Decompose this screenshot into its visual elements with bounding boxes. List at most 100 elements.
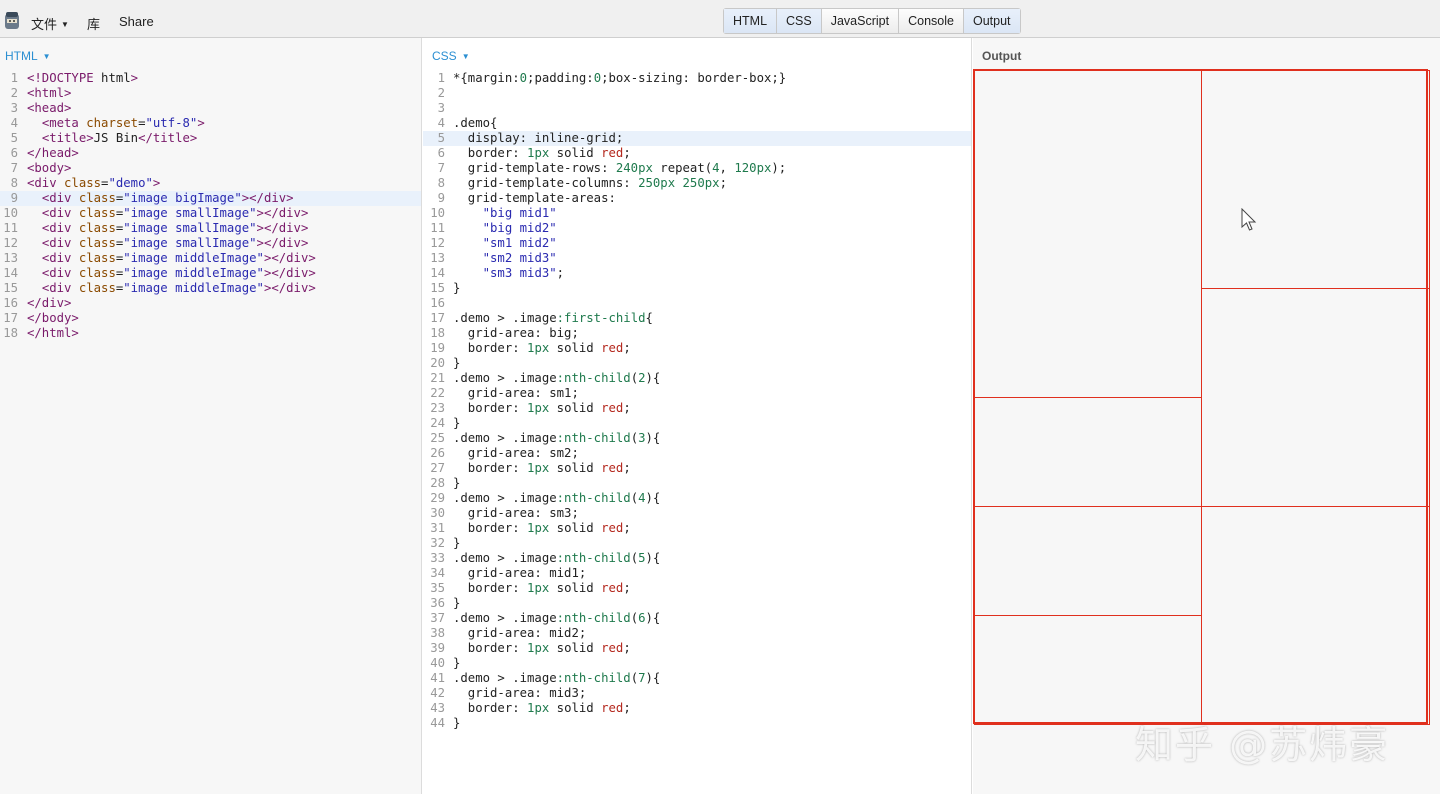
jsbin-logo-icon[interactable] <box>4 11 20 31</box>
code-text: border: 1px solid red; <box>453 521 631 535</box>
code-text: "sm2 mid3" <box>482 251 557 265</box>
code-line[interactable]: 20} <box>423 356 971 371</box>
tab-css[interactable]: CSS <box>777 9 822 33</box>
code-text: <head> <box>27 101 72 115</box>
tab-output[interactable]: Output <box>963 9 1020 33</box>
code-line[interactable]: 30 grid-area: sm3; <box>423 506 971 521</box>
line-number: 18 <box>3 326 18 340</box>
code-line[interactable]: 37 .demo > .image:nth-child(6){ <box>423 611 971 626</box>
line-number: 17 <box>3 311 18 325</box>
line-number: 20 <box>430 356 445 370</box>
css-code-editor[interactable]: 1 *{margin:0;padding:0;box-sizing: border… <box>423 71 971 731</box>
code-line[interactable]: 24} <box>423 416 971 431</box>
code-line[interactable]: 18 </html> <box>0 326 421 341</box>
output-demo-grid <box>973 69 1430 725</box>
code-line[interactable]: 2 <html> <box>0 86 421 101</box>
line-number: 5 <box>10 131 18 145</box>
code-line[interactable]: 13 <div class="image middleImage"></div> <box>0 251 421 266</box>
code-text: .demo > .image:nth-child(2){ <box>453 371 661 385</box>
panel-toggle-tabs: HTML CSS JavaScript Console Output <box>723 8 1021 34</box>
code-line[interactable]: 41 .demo > .image:nth-child(7){ <box>423 671 971 686</box>
line-number: 3 <box>437 101 445 115</box>
line-number: 8 <box>437 176 445 190</box>
code-line[interactable]: 6 border: 1px solid red; <box>423 146 971 161</box>
code-line[interactable]: 18 grid-area: big; <box>423 326 971 341</box>
code-line[interactable]: 11 "big mid2" <box>423 221 971 236</box>
tab-console[interactable]: Console <box>899 9 964 33</box>
code-line[interactable]: 36} <box>423 596 971 611</box>
code-line[interactable]: 3 <box>423 101 971 116</box>
file-menu-label: 文件 <box>31 17 58 32</box>
code-line[interactable]: 14 "sm3 mid3"; <box>423 266 971 281</box>
code-line[interactable]: 1 <!DOCTYPE html> <box>0 71 421 86</box>
line-number: 8 <box>10 176 18 190</box>
code-line[interactable]: 22 grid-area: sm1; <box>423 386 971 401</box>
code-line[interactable]: 33 .demo > .image:nth-child(5){ <box>423 551 971 566</box>
code-line[interactable]: 40} <box>423 656 971 671</box>
code-text: } <box>453 536 461 550</box>
code-line[interactable]: 17 </body> <box>0 311 421 326</box>
code-line[interactable]: 4 <meta charset="utf-8"> <box>0 116 421 131</box>
code-line[interactable]: 12 <div class="image smallImage"></div> <box>0 236 421 251</box>
tab-html[interactable]: HTML <box>724 9 778 33</box>
code-line[interactable]: 10 <div class="image smallImage"></div> <box>0 206 421 221</box>
code-line[interactable]: 16 </div> <box>0 296 421 311</box>
code-line[interactable]: 25 .demo > .image:nth-child(3){ <box>423 431 971 446</box>
code-line[interactable]: 2 <box>423 86 971 101</box>
tab-javascript[interactable]: JavaScript <box>821 9 900 33</box>
code-text: } <box>453 596 461 610</box>
html-code-editor[interactable]: 1 <!DOCTYPE html> 2 <html> 3 <head> 4 <meta ch… <box>0 71 421 341</box>
line-number: 22 <box>430 386 445 400</box>
code-line[interactable]: 13 "sm2 mid3" <box>423 251 971 266</box>
code-line[interactable]: 5 <title>JS Bin</title> <box>0 131 421 146</box>
share-menu[interactable]: Share <box>119 14 154 29</box>
line-number: 42 <box>430 686 445 700</box>
code-line[interactable]: 28} <box>423 476 971 491</box>
code-line[interactable]: 32} <box>423 536 971 551</box>
library-menu[interactable]: 库 <box>87 14 100 33</box>
code-line[interactable]: 3 <head> <box>0 101 421 116</box>
code-line[interactable]: 26 grid-area: sm2; <box>423 446 971 461</box>
code-line[interactable]: 9 grid-template-areas: <box>423 191 971 206</box>
code-text: grid-area: sm3; <box>453 506 579 520</box>
code-line[interactable]: 11 <div class="image smallImage"></div> <box>0 221 421 236</box>
code-line[interactable]: 42 grid-area: mid3; <box>423 686 971 701</box>
code-line[interactable]: 1 *{margin:0;padding:0;box-sizing: border… <box>423 71 971 86</box>
code-text: grid-template-columns: 250px 250px; <box>453 176 727 190</box>
code-line[interactable]: 5 display: inline-grid; <box>423 131 971 146</box>
code-line[interactable]: 17 .demo > .image:first-child{ <box>423 311 971 326</box>
code-text: "sm3 mid3"; <box>482 266 565 280</box>
code-line[interactable]: 39 border: 1px solid red; <box>423 641 971 656</box>
code-line[interactable]: 4 .demo{ <box>423 116 971 131</box>
line-number: 26 <box>430 446 445 460</box>
code-line[interactable]: 7 grid-template-rows: 240px repeat(4, 12… <box>423 161 971 176</box>
line-number: 18 <box>430 326 445 340</box>
code-line[interactable]: 31 border: 1px solid red; <box>423 521 971 536</box>
code-line[interactable]: 15 <div class="image middleImage"></div> <box>0 281 421 296</box>
code-line[interactable]: 19 border: 1px solid red; <box>423 341 971 356</box>
code-line[interactable]: 15} <box>423 281 971 296</box>
code-line[interactable]: 29 .demo > .image:nth-child(4){ <box>423 491 971 506</box>
code-line[interactable]: 7 <body> <box>0 161 421 176</box>
code-line[interactable]: 8 grid-template-columns: 250px 250px; <box>423 176 971 191</box>
css-panel-label[interactable]: CSS ▼ <box>432 49 470 63</box>
code-line[interactable]: 6 </head> <box>0 146 421 161</box>
code-line[interactable]: 8 <div class="demo"> <box>0 176 421 191</box>
code-line[interactable]: 21 .demo > .image:nth-child(2){ <box>423 371 971 386</box>
code-line[interactable]: 10 "big mid1" <box>423 206 971 221</box>
code-line[interactable]: 44} <box>423 716 971 731</box>
line-number: 7 <box>10 161 18 175</box>
code-line[interactable]: 43 border: 1px solid red; <box>423 701 971 716</box>
code-line[interactable]: 27 border: 1px solid red; <box>423 461 971 476</box>
code-line[interactable]: 16 <box>423 296 971 311</box>
top-bar: 文件 ▼ 库 Share HTML CSS JavaScript Console … <box>0 0 1440 38</box>
html-panel-label[interactable]: HTML ▼ <box>5 49 51 63</box>
code-line[interactable]: 38 grid-area: mid2; <box>423 626 971 641</box>
code-line[interactable]: 14 <div class="image middleImage"></div> <box>0 266 421 281</box>
code-line[interactable]: 9 <div class="image bigImage"></div> <box>0 191 421 206</box>
file-menu[interactable]: 文件 ▼ <box>31 14 69 33</box>
code-line[interactable]: 35 border: 1px solid red; <box>423 581 971 596</box>
code-line[interactable]: 12 "sm1 mid2" <box>423 236 971 251</box>
code-line[interactable]: 34 grid-area: mid1; <box>423 566 971 581</box>
code-line[interactable]: 23 border: 1px solid red; <box>423 401 971 416</box>
